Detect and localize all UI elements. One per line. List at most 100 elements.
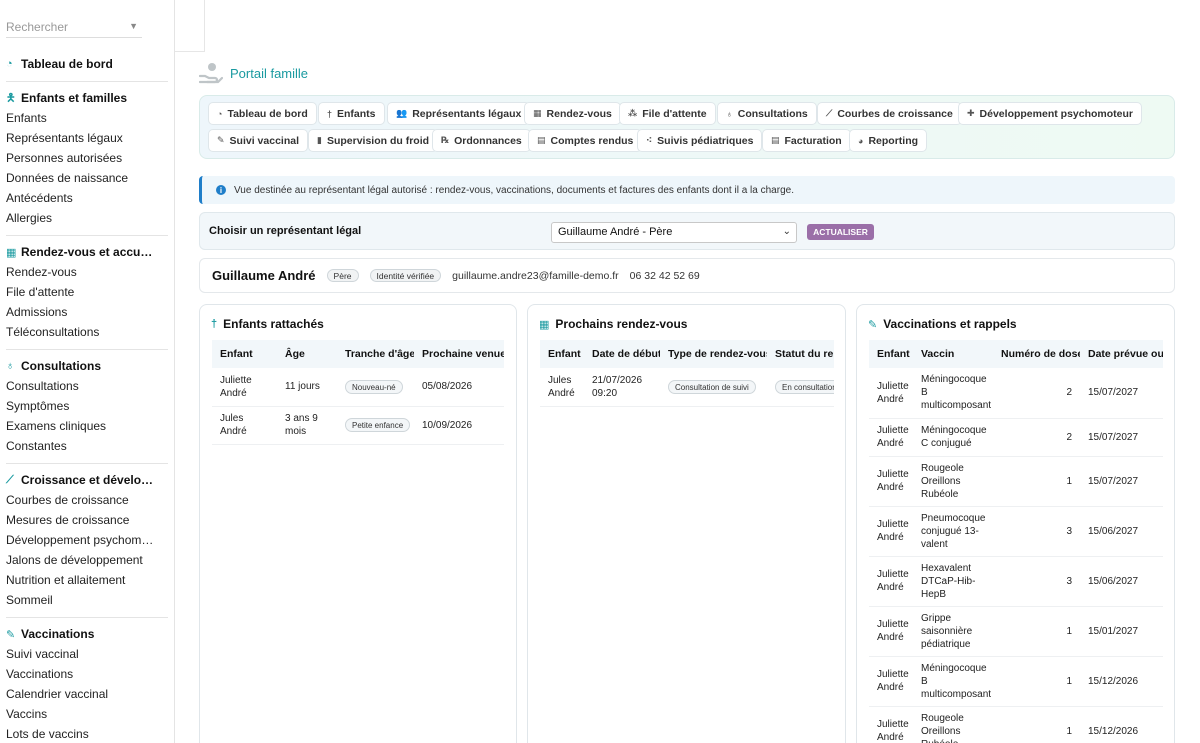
table-row[interactable]: Juliette André Hexavalent DTCaP-Hib-HepB… [869,556,1163,607]
sidebar-item-jalons[interactable]: Jalons de développement [0,550,174,570]
nav-button-enfants[interactable]: † Enfants [318,102,385,125]
column-header[interactable]: Prochaine venue [414,340,504,368]
top-corner-box [175,0,205,52]
table-row[interactable]: Juliette André Grippe saisonnière pédiat… [869,606,1163,657]
sidebar-item-calendrier[interactable]: Calendrier vaccinal [0,684,174,704]
sidebar-item-enfants[interactable]: Enfants [0,108,174,128]
column-header[interactable]: Numéro de dose [993,340,1080,368]
sidebar-divider [6,349,168,350]
cell-dose: 3 [993,506,1080,557]
nav-button-rendez-vous[interactable]: ▦ Rendez-vous [524,102,621,125]
cell-date: 15/07/2027 [1080,418,1163,457]
table-row[interactable]: Juliette André Rougeole Oreillons Rubéol… [869,706,1163,743]
representative-profile: Guillaume André Père Identité vérifiée g… [199,258,1175,293]
nav-button-consultations[interactable]: ♁ Consultations [717,102,817,125]
refresh-button[interactable]: ACTUALISER [807,224,874,240]
nav-button-developpement[interactable]: ✚ Développement psychomoteur [958,102,1142,125]
column-header[interactable]: Statut du rendez-vous [767,340,834,368]
column-header[interactable]: Âge [277,340,337,368]
sidebar-item-examens[interactable]: Examens cliniques [0,416,174,436]
column-header[interactable]: Vaccin [913,340,993,368]
nav-button-tableau-de-bord[interactable]: ◔ Tableau de bord [208,102,317,125]
table-row[interactable]: Jules André 3 ans 9 mois Petite enfance … [212,406,504,445]
cell-vaccine: Rougeole Oreillons Rubéole [913,456,993,507]
sidebar-item-constantes[interactable]: Constantes [0,436,174,456]
cell-vaccine: Grippe saisonnière pédiatrique [913,606,993,657]
sidebar-item-tableau-de-bord[interactable]: ◔ Tableau de bord [0,54,174,74]
representative-selector-bar: Choisir un représentant légal Guillaume … [199,212,1175,250]
syringe-icon: ✎ [6,628,16,641]
table-row[interactable]: Juliette André Méningocoque C conjugué 2… [869,418,1163,457]
sidebar-item-allergies[interactable]: Allergies [0,208,174,228]
nav-button-courbes[interactable]: ⟋ Courbes de croissance [817,102,962,125]
column-header[interactable]: Date prévue ou administrée [1080,340,1163,368]
sidebar-divider [6,463,168,464]
cell-child: Juliette André [869,368,913,419]
chevron-down-icon[interactable]: ▼ [129,21,138,31]
dashboard-icon: ◔ [217,108,223,119]
sidebar-item-consultations[interactable]: Consultations [0,376,174,396]
sidebar-section-head[interactable]: 🯅 Enfants et familles [0,88,174,108]
sidebar-item-mesures[interactable]: Mesures de croissance [0,510,174,530]
cell-date: 15/06/2027 [1080,506,1163,557]
column-header[interactable]: Type de rendez-vous [660,340,767,368]
sidebar-item-developpement[interactable]: Développement psychom… [0,530,174,550]
column-header[interactable]: Enfant [212,340,277,368]
sidebar-item-donnees-naissance[interactable]: Données de naissance [0,168,174,188]
sidebar-item-admissions[interactable]: Admissions [0,302,174,322]
nav-button-reporting[interactable]: ◕ Reporting [849,129,928,152]
sidebar-item-vaccins[interactable]: Vaccins [0,704,174,724]
table-row[interactable]: Juliette André Pneumocoque conjugué 13-v… [869,506,1163,557]
sidebar-item-vaccinations[interactable]: Vaccinations [0,664,174,684]
nav-button-ordonnances[interactable]: ℞ Ordonnances [432,129,531,152]
nav-button-suivis-pediatriques[interactable]: ⁖ Suivis pédiatriques [637,129,763,152]
nav-button-facturation[interactable]: ▤ Facturation [762,129,851,152]
table-row[interactable]: Juliette André Méningocoque B multicompo… [869,368,1163,419]
nav-button-supervision-froid[interactable]: ▮ Supervision du froid [308,129,439,152]
table-row[interactable]: Juliette André Rougeole Oreillons Rubéol… [869,456,1163,507]
table-header-row: Enfant Âge Tranche d'âge Prochaine venue [212,340,504,368]
sidebar-section-head[interactable]: ✎ Vaccinations [0,624,174,644]
sidebar-section-head[interactable]: ⟋ Croissance et dévelo… [0,470,174,490]
sidebar-section-head[interactable]: ▦ Rendez-vous et accu… [0,242,174,262]
sidebar-item-personnes-autorisees[interactable]: Personnes autorisées [0,148,174,168]
sidebar-item-sommeil[interactable]: Sommeil [0,590,174,610]
sidebar-item-rendez-vous[interactable]: Rendez-vous [0,262,174,282]
sidebar-section-consultations: ♁ Consultations Consultations Symptômes … [0,356,174,456]
table-row[interactable]: Juliette André 11 jours Nouveau-né 05/08… [212,368,504,407]
sidebar-section-head[interactable]: ♁ Consultations [0,356,174,376]
sidebar-item-file-attente[interactable]: File d'attente [0,282,174,302]
representative-select[interactable]: Guillaume André - Père ⌄ [551,222,797,243]
stethoscope-icon: ♁ [6,360,15,372]
profile-email: guillaume.andre23@famille-demo.fr [452,269,619,282]
column-header[interactable]: Tranche d'âge [337,340,414,368]
cell-dose: 1 [993,456,1080,507]
sidebar-search-select[interactable]: Rechercher ▼ [6,14,142,38]
sidebar-item-teleconsultations[interactable]: Téléconsultations [0,322,174,342]
sidebar-item-nutrition[interactable]: Nutrition et allaitement [0,570,174,590]
sidebar-item-antecedents[interactable]: Antécédents [0,188,174,208]
document-icon: ▤ [537,135,546,145]
cell-age: 11 jours [277,368,337,407]
cell-type: Consultation de suivi [660,368,767,407]
sidebar-section-title: Consultations [21,359,101,373]
sidebar-item-symptomes[interactable]: Symptômes [0,396,174,416]
nav-button-file-attente[interactable]: ⁂ File d'attente [619,102,716,125]
cell-date: 15/12/2026 [1080,656,1163,707]
column-header[interactable]: Enfant [540,340,584,368]
column-header[interactable]: Date de début [584,340,660,368]
portal-title-text: Portail famille [230,65,309,81]
sidebar-item-representants[interactable]: Représentants légaux [0,128,174,148]
table-row[interactable]: Juliette André Méningocoque B multicompo… [869,656,1163,707]
nav-button-representants[interactable]: 👥 Représentants légaux [387,102,531,125]
column-header[interactable]: Enfant [869,340,913,368]
cell-child: Juliette André [869,456,913,507]
nav-button-label: File d'attente [642,107,707,120]
table-row[interactable]: Jules André 21/07/2026 09:20 Consultatio… [540,368,834,407]
sidebar-item-lots[interactable]: Lots de vaccins [0,724,174,743]
sidebar-divider [6,81,168,82]
sidebar-item-suivi-vaccinal[interactable]: Suivi vaccinal [0,644,174,664]
sidebar-item-courbes[interactable]: Courbes de croissance [0,490,174,510]
nav-button-comptes-rendus[interactable]: ▤ Comptes rendus [528,129,643,152]
nav-button-suivi-vaccinal[interactable]: ✎ Suivi vaccinal [208,129,309,152]
